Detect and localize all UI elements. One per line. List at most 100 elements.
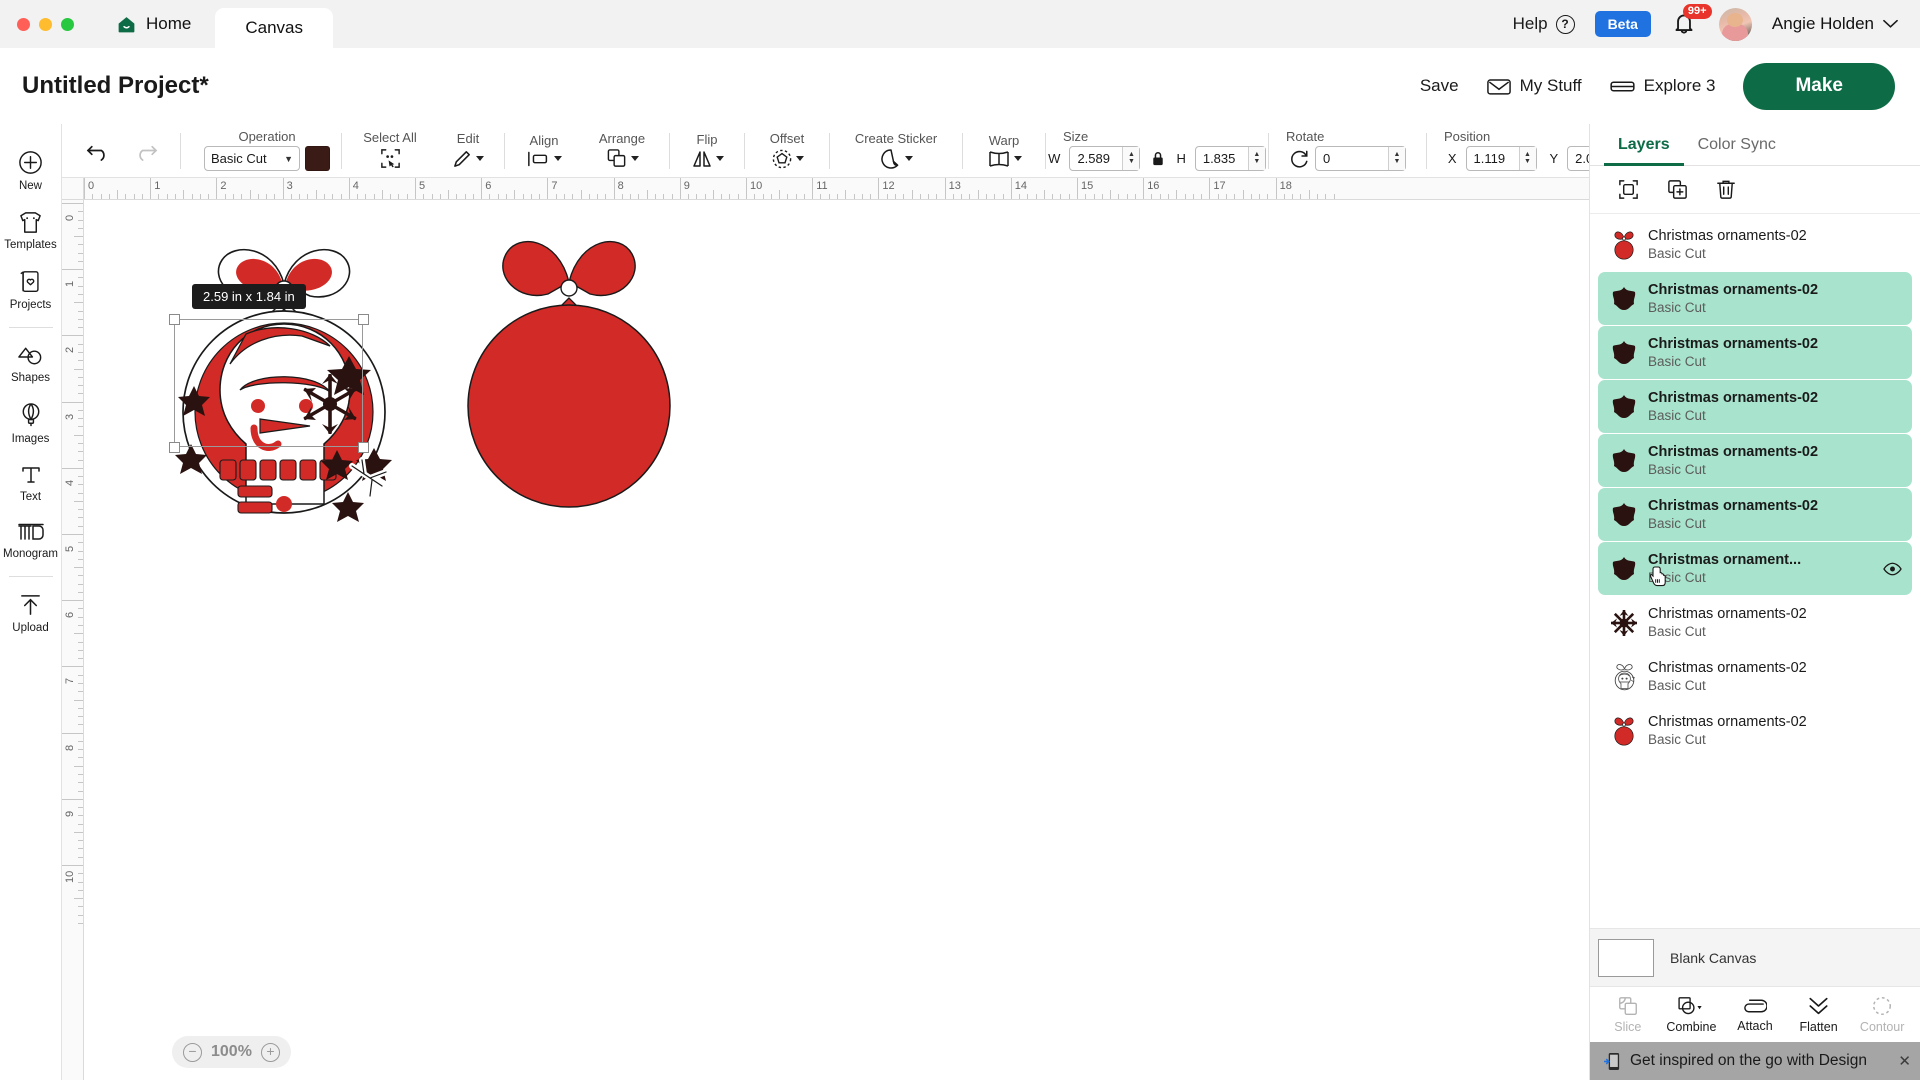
warp-group[interactable]: Warp bbox=[974, 124, 1034, 178]
ruler-tick-minor bbox=[1192, 194, 1194, 199]
avatar[interactable] bbox=[1718, 7, 1752, 41]
lock-aspect-ratio-icon[interactable] bbox=[1150, 150, 1166, 167]
artboard[interactable]: 2.59 in x 1.84 in bbox=[84, 200, 1589, 1080]
height-field[interactable]: ▲▼ bbox=[1194, 146, 1266, 171]
layer-row[interactable]: Christmas ornaments-02 Basic Cut bbox=[1598, 650, 1912, 703]
canvas-tab[interactable]: Canvas bbox=[215, 8, 333, 48]
layer-row[interactable]: Christmas ornaments-02 Basic Cut bbox=[1598, 380, 1912, 433]
resize-handle-top-right[interactable] bbox=[358, 314, 369, 325]
height-stepper[interactable]: ▲ ▼ bbox=[1247, 147, 1265, 170]
x-field[interactable]: ▲▼ bbox=[1465, 146, 1537, 171]
sidebar-item-text[interactable]: Text bbox=[0, 454, 62, 512]
layer-list[interactable]: Christmas ornaments-02 Basic Cut Christmas… bbox=[1590, 214, 1920, 928]
create-sticker-group[interactable]: Create Sticker bbox=[841, 124, 951, 178]
zoom-in-button[interactable]: + bbox=[260, 1042, 280, 1062]
layer-row[interactable]: Christmas ornaments-02 Basic Cut bbox=[1598, 218, 1912, 271]
x-input[interactable] bbox=[1466, 147, 1519, 170]
width-field[interactable]: ▲▼ bbox=[1069, 146, 1141, 171]
sidebar-item-shapes[interactable]: Shapes bbox=[0, 335, 62, 393]
arrange-group[interactable]: Arrange bbox=[586, 124, 658, 178]
group-icon[interactable] bbox=[1617, 178, 1640, 201]
offset-group[interactable]: Offset bbox=[756, 124, 818, 178]
close-window-button[interactable] bbox=[17, 17, 30, 31]
tab-color-sync[interactable]: Color Sync bbox=[1684, 124, 1790, 165]
operation-select[interactable]: Basic Cut ▼ bbox=[204, 146, 300, 171]
promo-banner[interactable]: Get inspired on the go with Design ✕ bbox=[1590, 1042, 1920, 1080]
layer-row[interactable]: Christmas ornaments-02 Basic Cut bbox=[1598, 704, 1912, 757]
layer-action-bar bbox=[1590, 166, 1920, 214]
chevron-down-icon bbox=[1013, 156, 1022, 161]
layer-row[interactable]: Christmas ornaments-02 Basic Cut bbox=[1598, 434, 1912, 487]
ruler-tick-minor bbox=[928, 194, 930, 199]
flatten-button[interactable]: Flatten bbox=[1789, 995, 1849, 1034]
sidebar-item-images[interactable]: Images bbox=[0, 393, 62, 454]
maximize-window-button[interactable] bbox=[61, 17, 74, 31]
operation-color-swatch[interactable] bbox=[305, 146, 330, 171]
layer-row[interactable]: Christmas ornament... Basic Cut bbox=[1598, 542, 1912, 595]
sidebar-item-projects[interactable]: Projects bbox=[0, 260, 62, 320]
width-stepper[interactable]: ▲ ▼ bbox=[1122, 147, 1140, 170]
beta-badge-button[interactable]: Beta bbox=[1594, 11, 1651, 37]
resize-handle-top-left[interactable] bbox=[169, 314, 180, 325]
save-button[interactable]: Save bbox=[1420, 76, 1459, 96]
resize-handle-bottom-left[interactable] bbox=[169, 442, 180, 453]
project-title[interactable]: Untitled Project* bbox=[22, 72, 209, 100]
layer-row[interactable]: Christmas ornaments-02 Basic Cut bbox=[1598, 488, 1912, 541]
layer-row[interactable]: Christmas ornaments-02 Basic Cut bbox=[1598, 326, 1912, 379]
slice-button[interactable]: Slice bbox=[1598, 995, 1658, 1034]
sidebar-item-monogram[interactable]: Monogram bbox=[0, 512, 62, 569]
ruler-tick-minor bbox=[78, 881, 83, 883]
flip-group[interactable]: Flip bbox=[681, 124, 733, 178]
rotate-stepper[interactable]: ▲ ▼ bbox=[1388, 147, 1405, 170]
rotate-icon[interactable] bbox=[1289, 148, 1310, 169]
ruler-label: 15 bbox=[1081, 180, 1094, 192]
design-plain-ornament[interactable] bbox=[434, 210, 704, 510]
ruler-tick-minor bbox=[1316, 194, 1318, 199]
contour-button[interactable]: Contour bbox=[1852, 995, 1912, 1034]
blank-canvas-row[interactable]: Blank Canvas bbox=[1590, 928, 1920, 986]
minimize-window-button[interactable] bbox=[39, 17, 52, 31]
make-button[interactable]: Make bbox=[1743, 62, 1895, 110]
ruler-tick-minor bbox=[78, 608, 83, 610]
notifications-button[interactable]: 99+ bbox=[1671, 4, 1712, 38]
combine-button[interactable]: Combine bbox=[1661, 995, 1721, 1034]
layer-thumbnail bbox=[1608, 715, 1640, 747]
canvas-area[interactable]: 0 1 2 3 4 5 6 7 8 9 10 11 12 13 14 15 16 17 18 01234567891… bbox=[62, 178, 1589, 1080]
layer-thumbnail bbox=[1608, 391, 1640, 423]
ruler-label: 0 bbox=[64, 214, 76, 221]
width-input[interactable] bbox=[1070, 147, 1123, 170]
align-group[interactable]: Align bbox=[516, 124, 572, 178]
edit-group[interactable]: Edit bbox=[443, 124, 493, 178]
chevron-down-icon bbox=[904, 156, 913, 161]
sidebar-item-new[interactable]: New bbox=[0, 140, 62, 201]
redo-button[interactable] bbox=[133, 140, 158, 161]
left-tool-rail: New Templates Projects Shapes Images Tex… bbox=[0, 124, 62, 1080]
x-stepper[interactable]: ▲ ▼ bbox=[1518, 147, 1536, 170]
zoom-out-button[interactable]: − bbox=[183, 1042, 202, 1062]
select-all-group[interactable]: Select All bbox=[359, 124, 421, 178]
help-button[interactable]: Help ? bbox=[1513, 14, 1575, 34]
height-input[interactable] bbox=[1195, 147, 1248, 170]
resize-handle-bottom-right[interactable] bbox=[358, 442, 369, 453]
rotate-field[interactable]: ▲▼ bbox=[1315, 146, 1406, 171]
my-stuff-button[interactable]: My Stuff bbox=[1486, 76, 1582, 96]
sidebar-item-upload[interactable]: Upload bbox=[0, 584, 62, 643]
explore-machine-selector[interactable]: Explore 3 bbox=[1610, 76, 1715, 96]
tab-layers[interactable]: Layers bbox=[1604, 124, 1684, 166]
layer-row[interactable]: Christmas ornaments-02 Basic Cut bbox=[1598, 596, 1912, 649]
operation-label: Operation bbox=[238, 129, 296, 144]
layer-row[interactable]: Christmas ornaments-02 Basic Cut bbox=[1598, 272, 1912, 325]
rotate-input[interactable] bbox=[1316, 147, 1388, 170]
user-menu[interactable]: Angie Holden bbox=[1772, 14, 1898, 34]
eye-icon[interactable] bbox=[1883, 562, 1902, 576]
attach-button[interactable]: Attach bbox=[1725, 996, 1785, 1033]
close-icon[interactable]: ✕ bbox=[1898, 1052, 1911, 1070]
sidebar-item-templates[interactable]: Templates bbox=[0, 201, 62, 260]
design-snowman-ornament[interactable] bbox=[134, 204, 434, 524]
undo-button[interactable] bbox=[86, 140, 111, 161]
ruler-label: 18 bbox=[1279, 180, 1292, 192]
duplicate-icon[interactable] bbox=[1666, 178, 1689, 201]
delete-icon[interactable] bbox=[1715, 178, 1737, 201]
home-tab[interactable]: Home bbox=[110, 0, 197, 48]
layer-title: Christmas ornaments-02 bbox=[1648, 336, 1819, 352]
